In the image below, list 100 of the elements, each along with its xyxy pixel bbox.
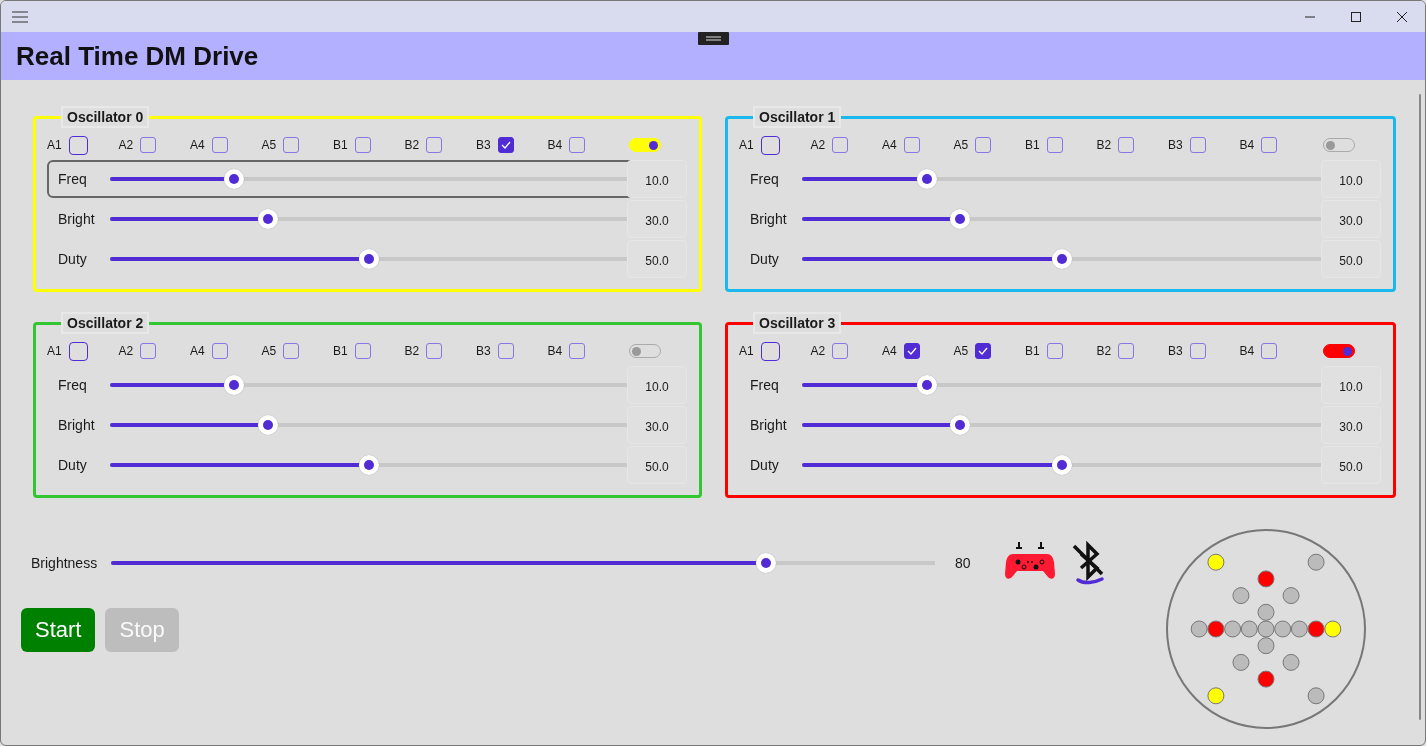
slider-label: Freq [750, 377, 780, 393]
scrollbar[interactable] [1419, 94, 1421, 720]
checkbox[interactable] [140, 137, 157, 153]
checkbox[interactable] [569, 343, 586, 359]
toggle-switch[interactable] [1323, 344, 1355, 358]
value-field[interactable]: 30.0 [627, 406, 687, 444]
checkbox-label: B4 [547, 138, 563, 152]
value-field[interactable]: 50.0 [1321, 446, 1381, 484]
checkbox-label: A5 [953, 138, 969, 152]
checkbox[interactable] [1046, 343, 1063, 359]
slider-label: Bright [58, 417, 96, 433]
checkbox[interactable] [1261, 137, 1278, 153]
value-field[interactable]: 50.0 [1321, 240, 1381, 278]
checkbox-label: A5 [261, 138, 277, 152]
checkbox[interactable] [903, 343, 920, 359]
value-field[interactable]: 10.0 [1321, 160, 1381, 198]
checkbox-label: A2 [810, 344, 826, 358]
checkbox[interactable] [1046, 137, 1063, 153]
checkbox-label: B1 [1025, 344, 1040, 358]
slider-thumb[interactable] [224, 169, 245, 189]
bluetooth-off-icon[interactable] [1071, 540, 1107, 586]
checkbox-label: A2 [810, 138, 826, 152]
value-field[interactable]: 50.0 [627, 240, 687, 278]
checkbox[interactable] [832, 343, 849, 359]
drag-handle-icon[interactable] [698, 32, 729, 45]
checkbox[interactable] [68, 341, 88, 361]
slider-thumb[interactable] [358, 455, 379, 475]
menu-icon[interactable] [12, 10, 28, 23]
toggle-switch[interactable] [1323, 138, 1355, 152]
slider-thumb[interactable] [358, 249, 379, 269]
toggle-switch[interactable] [629, 344, 661, 358]
slider-thumb[interactable] [257, 415, 278, 435]
checkbox[interactable] [140, 343, 157, 359]
checkbox-label: B2 [404, 138, 420, 152]
checkbox-label: B1 [1025, 138, 1040, 152]
checkbox[interactable] [1189, 137, 1206, 153]
checkbox-label: A2 [118, 344, 134, 358]
panel-title: Oscillator 1 [753, 106, 842, 128]
checkbox[interactable] [569, 137, 586, 153]
checkbox[interactable] [760, 135, 780, 155]
slider-label: Bright [750, 211, 788, 227]
checkbox-label: A4 [882, 344, 897, 358]
checkbox-label: A5 [953, 344, 969, 358]
close-icon [1397, 11, 1407, 22]
checkbox[interactable] [1118, 343, 1135, 359]
value-field[interactable]: 10.0 [627, 160, 687, 198]
checkbox[interactable] [211, 137, 228, 153]
slider-thumb[interactable] [756, 553, 777, 573]
slider-thumb[interactable] [257, 209, 278, 229]
checkbox[interactable] [903, 137, 920, 153]
panel-title: Oscillator 0 [61, 106, 150, 128]
checkbox[interactable] [497, 137, 514, 153]
maximize-icon [1351, 11, 1361, 22]
checkbox-label: A4 [190, 344, 205, 358]
slider-thumb[interactable] [950, 415, 971, 435]
checkbox-label: B2 [1096, 138, 1112, 152]
value-field[interactable]: 10.0 [1321, 366, 1381, 404]
checkbox[interactable] [760, 341, 780, 361]
panel-title: Oscillator 2 [61, 312, 150, 334]
checkbox-label: B3 [476, 138, 491, 152]
value-field[interactable]: 30.0 [1321, 200, 1381, 238]
checkbox-label: B3 [1168, 138, 1183, 152]
checkbox[interactable] [283, 137, 300, 153]
checkbox[interactable] [975, 137, 992, 153]
checkbox-label: A1 [47, 138, 62, 152]
slider-thumb[interactable] [224, 375, 245, 395]
checkbox[interactable] [211, 343, 228, 359]
start-button[interactable]: Start [21, 608, 96, 652]
checkbox[interactable] [975, 343, 992, 359]
checkbox-label: A1 [47, 344, 62, 358]
checkbox[interactable] [426, 343, 443, 359]
value-field[interactable]: 50.0 [627, 446, 687, 484]
checkbox[interactable] [1118, 137, 1135, 153]
value-field[interactable]: 30.0 [1321, 406, 1381, 444]
checkbox-label: B2 [404, 344, 420, 358]
checkbox[interactable] [426, 137, 443, 153]
slider-label: Duty [58, 457, 88, 473]
app-title: Real Time DM Drive [16, 40, 259, 72]
checkbox[interactable] [354, 343, 371, 359]
checkbox[interactable] [1189, 343, 1206, 359]
value-field[interactable]: 30.0 [627, 200, 687, 238]
slider-label: Bright [58, 211, 96, 227]
checkbox[interactable] [68, 135, 88, 155]
slider-thumb[interactable] [950, 209, 971, 229]
slider-thumb[interactable] [1051, 455, 1072, 475]
checkbox[interactable] [1261, 343, 1278, 359]
checkbox[interactable] [497, 343, 514, 359]
checkbox-label: B1 [333, 138, 348, 152]
checkbox[interactable] [832, 137, 849, 153]
slider-thumb[interactable] [916, 169, 937, 189]
checkbox[interactable] [354, 137, 371, 153]
value-field[interactable]: 10.0 [627, 366, 687, 404]
checkbox-label: B4 [547, 344, 563, 358]
checkbox-label: A5 [261, 344, 277, 358]
checkbox-label: A1 [739, 138, 754, 152]
checkbox-label: A2 [118, 138, 134, 152]
checkbox[interactable] [283, 343, 300, 359]
slider-thumb[interactable] [916, 375, 937, 395]
slider-thumb[interactable] [1051, 249, 1072, 269]
checkbox-label: B3 [476, 344, 491, 358]
